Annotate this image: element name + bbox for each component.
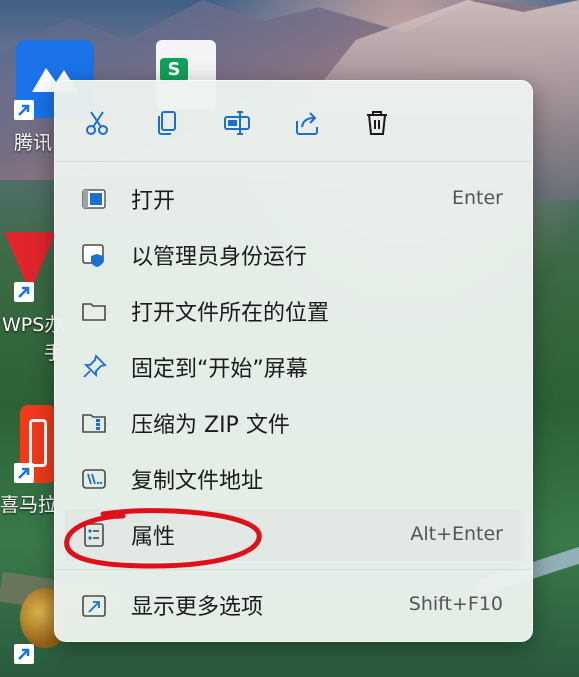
copy-icon (158, 111, 176, 135)
delete-button[interactable] (357, 103, 397, 143)
menu-item-pin-to-start[interactable]: 固定到“开始”屏幕 (65, 341, 523, 393)
menu-item-copy-file-path[interactable]: 复制文件地址 (65, 453, 523, 505)
shortcut-arrow-icon (14, 282, 34, 302)
rename-button[interactable] (217, 103, 257, 143)
shortcut-arrow-icon (14, 100, 34, 120)
menu-separator (55, 161, 532, 162)
menu-item-accelerator: Enter (452, 187, 503, 209)
menu-item-open-file-location[interactable]: 打开文件所在的位置 (65, 285, 523, 337)
zip-folder-icon (82, 414, 106, 433)
rename-icon (224, 111, 250, 135)
cut-button[interactable] (77, 103, 117, 143)
menu-item-accelerator: Shift+F10 (408, 593, 503, 615)
copy-button[interactable] (147, 103, 187, 143)
more-options-icon (82, 595, 106, 617)
menu-item-label: 打开 (131, 189, 176, 214)
menu-item-accelerator: Alt+Enter (410, 523, 503, 545)
shortcut-arrow-icon (14, 644, 34, 664)
trash-icon (367, 111, 387, 135)
desktop-icon-label[interactable]: 喜马拉 (0, 490, 57, 517)
menu-item-run-as-admin[interactable]: 以管理员身份运行 (65, 229, 523, 281)
menu-item-compress-zip[interactable]: 压缩为 ZIP 文件 (65, 397, 523, 449)
share-icon (296, 112, 318, 135)
pin-icon (83, 354, 107, 378)
menu-item-label: 以管理员身份运行 (131, 245, 308, 270)
open-window-icon (82, 189, 106, 209)
red-circle-annotation (64, 508, 262, 569)
copy-path-icon (82, 469, 106, 489)
desktop-icon-label[interactable]: 腾讯 (14, 128, 52, 155)
admin-shield-icon (82, 244, 104, 267)
menu-item-label: 显示更多选项 (131, 595, 264, 620)
share-button[interactable] (287, 103, 327, 143)
menu-item-label: 打开文件所在的位置 (131, 301, 330, 326)
sheet-s-icon: S (160, 58, 188, 82)
folder-icon (82, 303, 106, 321)
menu-item-label: 压缩为 ZIP 文件 (131, 413, 290, 438)
context-menu-toolbar (55, 81, 532, 161)
menu-item-open[interactable]: 打开 Enter (65, 173, 523, 225)
menu-item-label: 复制文件地址 (131, 469, 264, 494)
shortcut-arrow-icon (14, 463, 34, 483)
menu-item-label: 固定到“开始”屏幕 (131, 357, 308, 382)
menu-item-show-more-options[interactable]: 显示更多选项 Shift+F10 (65, 579, 523, 631)
scissors-icon (86, 111, 108, 135)
